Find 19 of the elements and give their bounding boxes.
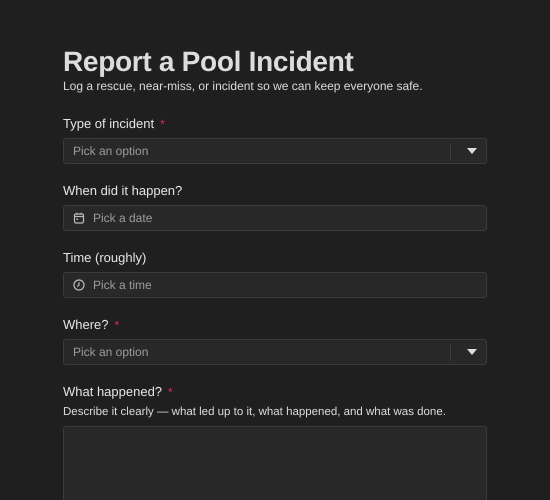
required-marker: *	[160, 118, 165, 130]
field-hint: Describe it clearly — what led up to it, what happened, and what was done.	[63, 405, 447, 420]
required-marker: *	[168, 386, 173, 398]
calendar-icon	[73, 212, 85, 224]
page-subtitle: Log a rescue, near-miss, or incident so we can keep everyone safe.	[63, 79, 424, 94]
clock-icon	[73, 279, 85, 291]
caret-icon	[467, 148, 477, 154]
select-field[interactable]: Pick an option	[63, 339, 487, 365]
field-label: When did it happen?	[63, 182, 182, 199]
date-field[interactable]: Pick a date	[63, 205, 487, 231]
field-label: Type of incident	[63, 115, 154, 132]
time-field[interactable]: Pick a time	[63, 272, 487, 298]
field-label: Where?	[63, 316, 109, 333]
select-field[interactable]: Pick an option	[63, 138, 487, 164]
field-label: What happened?	[63, 383, 162, 400]
field-label: Time (roughly)	[63, 249, 146, 266]
required-marker: *	[114, 318, 120, 330]
page-title: Report a Pool Incident	[63, 45, 355, 79]
caret-icon	[467, 349, 477, 355]
